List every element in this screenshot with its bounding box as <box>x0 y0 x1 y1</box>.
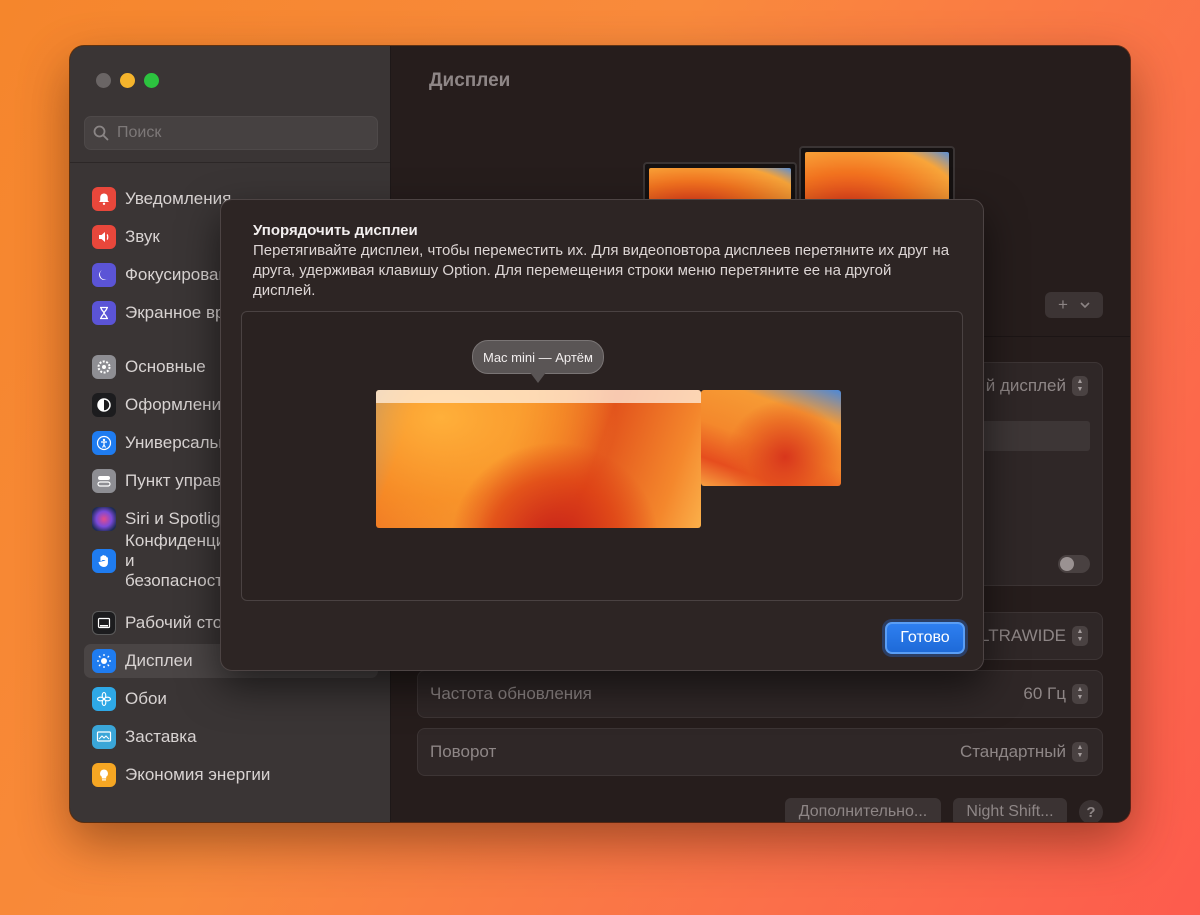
rotation-label: Поворот <box>430 742 497 761</box>
siri-icon <box>92 507 116 531</box>
sidebar-item-label: Звук <box>125 227 160 246</box>
refresh-rate-select[interactable]: 60 Гц ▲ ▼ <box>1023 684 1088 704</box>
sidebar-item-energy[interactable]: Экономия энергии <box>84 758 378 792</box>
sheet-description: Перетягивайте дисплеи, чтобы переместить… <box>253 242 950 299</box>
screensaver-icon <box>92 725 116 749</box>
search-icon <box>93 125 109 141</box>
rotation-select[interactable]: Стандартный ▲ ▼ <box>960 742 1088 762</box>
resolution-select[interactable]: LTRAWIDE ▲ ▼ <box>980 626 1088 646</box>
sidebar-item-label: Дисплеи <box>125 651 193 670</box>
minimize-window-button[interactable] <box>120 73 135 88</box>
refresh-rate-row: Частота обновления 60 Гц ▲ ▼ <box>417 670 1103 718</box>
toggle-switch[interactable] <box>1058 555 1090 573</box>
secondary-display-tile[interactable] <box>701 390 841 486</box>
dock-icon <box>92 611 116 635</box>
sidebar-divider <box>70 162 390 163</box>
display-select[interactable]: й дисплей ▲ ▼ <box>986 376 1088 396</box>
lightbulb-icon <box>92 763 116 787</box>
stepper-icon: ▲ ▼ <box>1072 376 1088 396</box>
stepper-icon: ▲ ▼ <box>1072 626 1088 646</box>
done-button[interactable]: Готово <box>885 622 965 654</box>
help-button[interactable]: ? <box>1079 800 1103 822</box>
flower-icon <box>92 687 116 711</box>
chevron-down-icon <box>1080 301 1090 308</box>
stepper-icon: ▲ ▼ <box>1072 684 1088 704</box>
appearance-icon <box>92 393 116 417</box>
sidebar-item-screensaver[interactable]: Заставка <box>84 720 378 754</box>
window-controls <box>96 73 159 88</box>
display-thumbnail-2[interactable] <box>799 146 955 206</box>
display-arrangement-area: Mac mini — Артём <box>241 311 963 601</box>
sidebar-item-label: Заставка <box>125 727 197 746</box>
speaker-icon <box>92 225 116 249</box>
sidebar-item-wallpaper[interactable]: Обои <box>84 682 378 716</box>
moon-icon <box>92 263 116 287</box>
page-title: Дисплеи <box>429 70 511 91</box>
sidebar-item-label: Экономия энергии <box>125 765 271 784</box>
resolution-highlight <box>972 421 1090 451</box>
refresh-rate-label: Частота обновления <box>430 684 592 703</box>
sidebar-item-label: Обои <box>125 689 167 708</box>
sidebar-item-label: Siri и Spotlight <box>125 509 235 528</box>
gear-icon <box>92 355 116 379</box>
bell-icon <box>92 187 116 211</box>
rotation-row: Поворот Стандартный ▲ ▼ <box>417 728 1103 776</box>
accessibility-icon <box>92 431 116 455</box>
main-display-tile[interactable] <box>376 390 701 528</box>
search-input[interactable] <box>115 123 359 143</box>
sidebar-item-label: Уведомления <box>125 189 232 208</box>
close-window-button[interactable] <box>96 73 111 88</box>
brightness-icon <box>92 649 116 673</box>
zoom-window-button[interactable] <box>144 73 159 88</box>
sidebar-item-label: Конфиденциальность и безопасность <box>125 531 298 590</box>
hand-icon <box>92 549 116 573</box>
stepper-icon: ▲ ▼ <box>1072 742 1088 762</box>
add-display-button[interactable]: + <box>1045 292 1103 318</box>
control-center-icon <box>92 469 116 493</box>
tooltip-arrow <box>529 371 547 383</box>
arrange-displays-sheet: Упорядочить дисплеи Перетягивайте диспле… <box>220 199 984 671</box>
advanced-button[interactable]: Дополнительно... <box>785 798 941 822</box>
night-shift-button[interactable]: Night Shift... <box>953 798 1067 822</box>
sheet-title: Упорядочить дисплеи <box>253 222 418 239</box>
hourglass-icon <box>92 301 116 325</box>
search-field[interactable] <box>84 116 378 150</box>
sidebar-item-label: Основные <box>125 357 206 376</box>
display-name-tooltip: Mac mini — Артём <box>472 340 604 374</box>
sidebar-item-label: Оформление <box>125 395 231 414</box>
